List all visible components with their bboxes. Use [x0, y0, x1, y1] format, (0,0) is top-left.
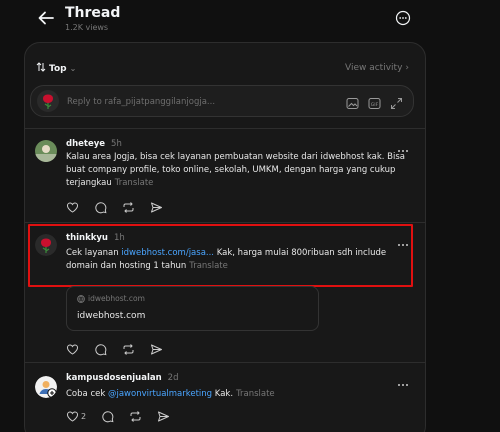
translate-link[interactable]: Translate: [189, 261, 228, 271]
repost-button[interactable]: [122, 343, 135, 356]
more-options-icon[interactable]: [395, 10, 411, 26]
avatar[interactable]: [35, 376, 57, 398]
view-count: 1.2K views: [65, 23, 109, 32]
username[interactable]: thinkkyu 1h: [66, 233, 125, 243]
heart-icon: [66, 344, 79, 355]
divider: [25, 128, 425, 129]
post-time: 1h: [113, 233, 125, 243]
heart-icon: [66, 411, 79, 422]
link-domain-title: idwebhost.com: [77, 311, 146, 321]
username-text: thinkkyu: [66, 233, 108, 243]
reply-tools: GIF: [346, 95, 403, 109]
like-button[interactable]: [66, 343, 79, 356]
comment-icon: [102, 411, 114, 423]
post-time: 5h: [111, 139, 122, 149]
repost-button[interactable]: [129, 410, 142, 423]
page-title: Thread: [65, 5, 121, 21]
repost-icon: [123, 202, 134, 213]
comment-button[interactable]: [94, 343, 107, 356]
share-icon: [158, 411, 170, 422]
post-time: 2d: [167, 373, 179, 383]
expand-icon[interactable]: [390, 95, 403, 109]
reply-input[interactable]: [67, 94, 267, 110]
view-activity-link[interactable]: View activity ›: [345, 63, 409, 73]
link-domain-row: idwebhost.com: [77, 294, 145, 303]
post-link[interactable]: idwebhost.com/jasa...: [121, 248, 214, 258]
post-body-continued: Kak.: [214, 389, 234, 399]
share-icon: [151, 202, 162, 213]
link-domain-small: idwebhost.com: [88, 294, 145, 303]
link-preview-card[interactable]: idwebhost.com idwebhost.com: [66, 286, 319, 331]
username-text: dheteye: [66, 139, 106, 149]
more-icon[interactable]: [397, 234, 409, 246]
translate-link[interactable]: Translate: [115, 178, 154, 188]
username[interactable]: kampusdosenjualan 2d: [66, 373, 178, 383]
sort-dropdown[interactable]: Top ⌄: [36, 62, 76, 75]
comment-icon: [95, 344, 107, 356]
more-icon[interactable]: [397, 374, 409, 386]
action-bar: [66, 201, 163, 214]
like-count: 2: [81, 412, 87, 421]
user-mention[interactable]: @jawonvirtualmarketing: [108, 389, 212, 399]
post-body: Coba cek: [66, 389, 106, 399]
share-icon: [151, 344, 162, 355]
comment-button[interactable]: [101, 410, 114, 423]
back-arrow-icon[interactable]: [37, 9, 55, 27]
avatar[interactable]: [35, 140, 57, 162]
divider: [25, 362, 425, 363]
image-icon[interactable]: [346, 95, 359, 109]
translate-link[interactable]: Translate: [236, 389, 275, 399]
repost-icon: [123, 344, 134, 355]
like-button[interactable]: [66, 201, 79, 214]
post-text: Coba cek @jawonvirtualmarketing Kak. Tran…: [66, 388, 416, 401]
chevron-down-icon: ⌄: [69, 64, 77, 73]
chevron-right-icon: ›: [405, 63, 410, 73]
sort-label: Top: [49, 63, 67, 74]
comment-icon: [95, 202, 107, 214]
action-bar: 2: [66, 410, 170, 423]
like-button[interactable]: 2: [66, 410, 86, 423]
reply-composer[interactable]: GIF: [30, 85, 414, 117]
action-bar: [66, 343, 163, 356]
gif-icon[interactable]: GIF: [368, 95, 381, 109]
repost-icon: [130, 411, 141, 422]
svg-text:GIF: GIF: [371, 102, 379, 108]
more-icon[interactable]: [397, 140, 409, 152]
sort-icon: [36, 62, 46, 75]
globe-icon: [77, 294, 85, 303]
comment-button[interactable]: [94, 201, 107, 214]
divider: [25, 222, 425, 223]
share-button[interactable]: [157, 410, 170, 423]
view-activity-label: View activity: [345, 63, 403, 73]
thread-header: Thread 1.2K views: [0, 0, 500, 40]
post-body: Cek layanan: [66, 248, 119, 258]
username-text: kampusdosenjualan: [66, 373, 162, 383]
username[interactable]: dheteye 5h: [66, 139, 122, 149]
repost-button[interactable]: [122, 201, 135, 214]
post-text: Kalau area Jogja, bisa cek layanan pembu…: [66, 151, 416, 190]
heart-icon: [66, 202, 79, 213]
share-button[interactable]: [150, 201, 163, 214]
avatar[interactable]: [35, 234, 57, 256]
post-text: Cek layanan idwebhost.com/jasa... Kak, h…: [66, 247, 416, 273]
share-button[interactable]: [150, 343, 163, 356]
user-avatar: [37, 90, 59, 112]
